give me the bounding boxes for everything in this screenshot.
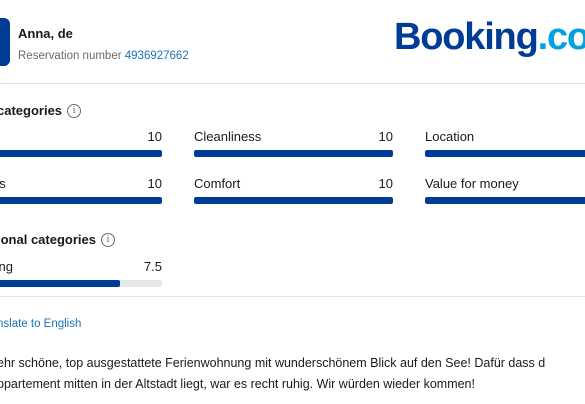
- score-bar-track: [194, 150, 393, 157]
- additional-categories-title: ional categories: [0, 232, 96, 247]
- score-bar-track: [0, 150, 162, 157]
- score-item-value-for-money: Value for money: [425, 176, 585, 206]
- info-icon[interactable]: i: [100, 232, 115, 247]
- score-label: ting: [0, 259, 13, 274]
- guest-name: Anna, de: [18, 26, 73, 41]
- score-bar-fill: [0, 150, 162, 157]
- score-item: ting 7.5: [0, 259, 162, 289]
- avatar: [0, 18, 10, 66]
- score-value: 10: [378, 129, 393, 144]
- booking-logo: Booking.com: [394, 18, 585, 56]
- score-item: es 10: [0, 176, 162, 206]
- score-bar-track: [425, 150, 585, 157]
- categories-title: categories: [0, 103, 63, 118]
- score-label: Cleanliness: [194, 129, 262, 144]
- score-bar-track: [0, 197, 162, 204]
- reservation-label: Reservation number: [18, 50, 122, 62]
- info-icon[interactable]: i: [67, 103, 82, 118]
- categories-heading: categories i: [0, 103, 82, 118]
- score-label: Comfort: [194, 176, 241, 191]
- score-bar-track: [0, 280, 162, 287]
- score-label: es: [0, 176, 6, 191]
- score-value: 10: [147, 176, 162, 191]
- score-value: 7.5: [143, 259, 162, 274]
- score-label: Value for money: [425, 176, 519, 191]
- review-line: ehr schöne, top ausgestattete Ferienwohn…: [0, 356, 546, 370]
- score-value: 10: [147, 129, 162, 144]
- score-item-comfort: Comfort 10: [194, 176, 393, 206]
- score-value: 10: [378, 176, 393, 191]
- reservation-info: Reservation number 4936927662: [18, 50, 189, 62]
- translate-link[interactable]: nslate to English: [0, 318, 81, 330]
- score-item: 10: [0, 129, 162, 159]
- score-bar-fill: [194, 197, 393, 204]
- score-bar-fill: [0, 280, 120, 287]
- score-bar-fill: [425, 150, 585, 157]
- additional-categories-heading: ional categories i: [0, 232, 115, 247]
- review-page: Anna, de Reservation number 4936927662 B…: [0, 0, 585, 404]
- header-divider: [0, 83, 585, 84]
- score-item-location: Location: [425, 129, 585, 159]
- logo-part-1: Booking: [394, 16, 539, 58]
- score-label: Location: [425, 129, 475, 144]
- reservation-number[interactable]: 4936927662: [125, 50, 189, 62]
- score-item-cleanliness: Cleanliness 10: [194, 129, 393, 159]
- score-bar-fill: [425, 197, 585, 204]
- score-bar-fill: [194, 150, 393, 157]
- section-divider: [0, 296, 585, 297]
- score-bar-fill: [0, 197, 162, 204]
- score-bar-track: [194, 197, 393, 204]
- review-line: ppartement mitten in der Altstadt liegt,…: [0, 377, 475, 391]
- review-text: ehr schöne, top ausgestattete Ferienwohn…: [0, 353, 585, 395]
- score-bar-track: [425, 197, 585, 204]
- logo-part-2: .com: [537, 16, 585, 58]
